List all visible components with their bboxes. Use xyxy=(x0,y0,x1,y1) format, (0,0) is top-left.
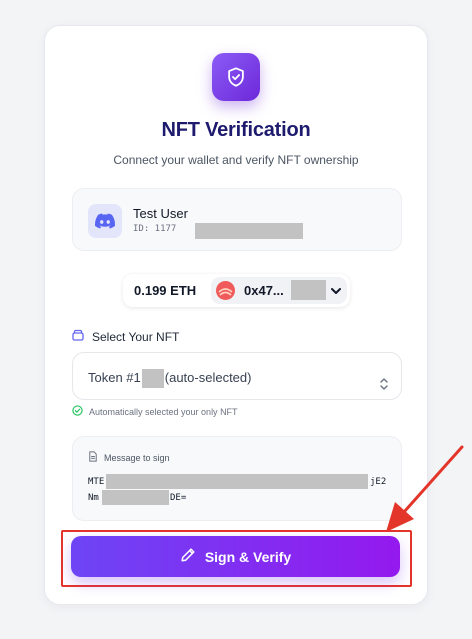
wallet-balance: 0.199 ETH xyxy=(134,283,197,298)
nft-select[interactable]: Token #1 (auto-selected) xyxy=(72,352,402,400)
redacted-token-id xyxy=(141,369,164,388)
user-name: Test User xyxy=(133,206,188,221)
sign-verify-label: Sign & Verify xyxy=(204,548,292,565)
verification-card: NFT Verification Connect your wallet and… xyxy=(44,25,428,605)
message-label-text: Message to sign xyxy=(104,452,170,463)
select-arrows-icon xyxy=(379,377,389,396)
annotation-arrow-icon xyxy=(386,445,464,532)
message-line-1-start: MTE xyxy=(88,477,105,487)
wallet-address: 0x47... xyxy=(244,283,284,298)
auto-select-hint-text: Automatically selected your only NFT xyxy=(89,406,238,417)
account-button[interactable]: 0x47... xyxy=(211,277,347,304)
check-circle-icon xyxy=(72,405,83,418)
redacted-address xyxy=(291,280,326,300)
message-label: Message to sign xyxy=(88,451,170,464)
redacted-message-line-1 xyxy=(106,474,368,489)
discord-icon xyxy=(88,204,122,238)
message-line-2-end: DE= xyxy=(170,493,187,503)
page-title: NFT Verification xyxy=(161,119,311,141)
wallet-avatar-icon xyxy=(216,281,235,300)
layers-icon xyxy=(72,329,84,344)
wallet-bar: 0.199 ETH 0x47... xyxy=(123,274,350,307)
sign-verify-button[interactable]: Sign & Verify xyxy=(71,536,400,577)
discord-user-card: Test User ID: 1177 xyxy=(72,188,402,251)
pencil-icon xyxy=(180,547,196,566)
shield-check-icon xyxy=(212,53,260,101)
page-subtitle: Connect your wallet and verify NFT owner… xyxy=(113,153,359,167)
message-box: Message to sign MTE Nm jE2 DE= xyxy=(72,436,402,521)
token-prefix: Token #1 xyxy=(88,369,141,385)
document-icon xyxy=(88,451,98,464)
nft-section-label: Select Your NFT xyxy=(72,329,179,344)
redacted-user-id xyxy=(195,223,303,239)
chevron-down-icon xyxy=(330,284,342,302)
token-suffix: (auto-selected) xyxy=(164,369,252,385)
user-id: ID: 1177 xyxy=(133,224,177,234)
nft-section-label-text: Select Your NFT xyxy=(92,329,180,344)
auto-select-hint: Automatically selected your only NFT xyxy=(72,405,238,418)
redacted-message-line-2 xyxy=(102,490,169,505)
nft-select-value: Token #1 (auto-selected) xyxy=(88,369,251,388)
